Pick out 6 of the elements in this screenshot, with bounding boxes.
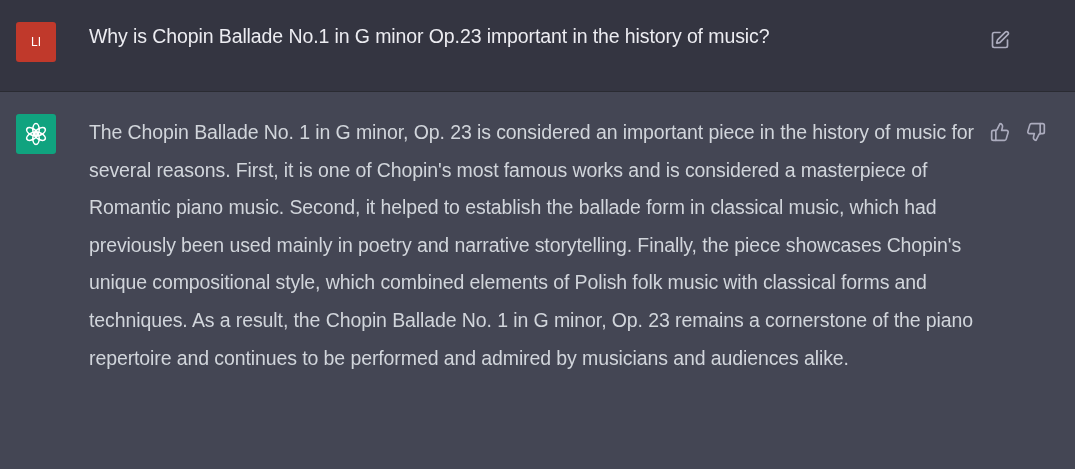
user-avatar: LI	[16, 22, 56, 62]
question-text: Why is Chopin Ballade No.1 in G minor Op.23 important in the history of music?	[89, 24, 771, 49]
thumbs-down-icon[interactable]	[1026, 122, 1048, 144]
thumbs-up-icon[interactable]	[990, 122, 1012, 144]
answer-text: The Chopin Ballade No. 1 in G minor, Op. 23 is considered an important piece in the history of music for several reasons. First, it is one of Chopin's most famous works and is considered a masterpiece of Romantic piano music. Second, it helped to establish the ballade form in classical music, which had previously been used mainly in poetry and narrative storytelling. Finally, the piece showcases Chopin's unique compositional style, which combined elements of Polish folk music with classical forms and techniques. As a result, the Chopin Ballade No. 1 in G minor, Op. 23 remains a cornerstone of the piano repertoire and continues to be performed and admired by musicians and audiences alike.	[89, 120, 974, 371]
knot-logo-icon	[24, 122, 48, 146]
